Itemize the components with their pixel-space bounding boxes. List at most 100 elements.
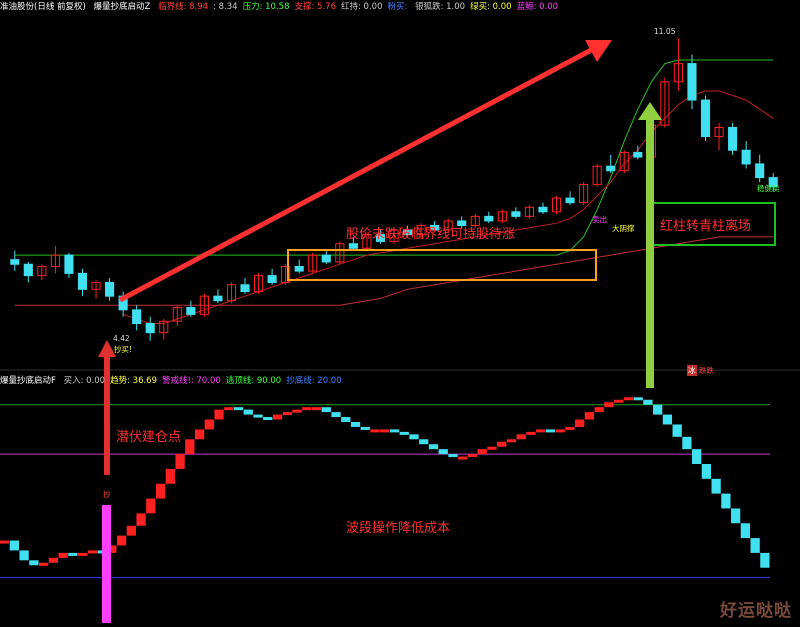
candle-body-7 [105,281,115,297]
osc-bar-28 [272,414,283,420]
osc-bar-53 [516,434,526,440]
osc-bar-0 [0,540,10,544]
osc-bar-36 [350,421,361,427]
candle-body-39 [538,206,548,213]
osc-bar-39 [380,429,390,433]
candle-body-5 [77,272,88,290]
top-header-item-6: 银狐跌: 1.00 [415,2,466,12]
top-header-item-5: 粉买: [387,2,411,12]
osc-bar-13 [126,525,136,536]
indicator-name[interactable]: 爆量抄底启动Z [94,2,151,12]
osc-bar-66 [643,399,653,405]
entry-arrow-shaft [104,355,110,475]
price-series-lines [14,59,774,324]
entry-label: 潜伏建仓点 [116,430,182,445]
candle-body-4 [64,254,74,274]
osc-bar-33 [321,407,331,413]
stock-title[interactable]: 准油股份(日线 前复权) [0,2,86,12]
bottom-header: 爆量抄底启动F 买入: 0.00 趋势: 36.69 警戒线!: 70.00 逃顶线:… [0,374,352,388]
osc-bar-50 [487,446,497,450]
sub-indicator-name[interactable]: 爆量抄底启动F [0,376,56,386]
indicator-values: 临界线: 8.94: 8.34 压力: 10.58 支撑: 5.76 红持: 0.00… [158,2,563,12]
candle-body-51 [700,99,711,138]
top-header-item-2: 压力: 10.58 [242,2,290,12]
candle-body-35 [484,215,494,222]
osc-bar-51 [497,441,507,447]
candle-body-50 [687,63,697,101]
osc-bar-69 [672,424,682,437]
candle-body-1 [23,263,33,277]
candle-body-54 [741,149,751,165]
osc-bar-67 [653,404,663,415]
price-box-label: 股价未跌破临界线可持股待涨 [346,227,516,242]
candle-body-9 [132,309,142,325]
osc-bar-5 [48,557,58,563]
osc-bar-21 [204,419,214,430]
osc-bar-31 [302,407,312,411]
candle-body-21 [294,266,304,272]
osc-bar-7 [68,552,78,556]
osc-bar-61 [594,407,604,413]
right-box-label: 红柱转青柱离场 [660,219,752,234]
osc-bar-14 [136,513,146,526]
osc-bar-64 [623,397,634,401]
osc-bar-38 [370,429,380,433]
osc-bar-74 [721,493,731,509]
osc-bar-25 [243,409,253,415]
stable-sell-label: 稳健卖 [757,184,780,193]
candle-body-37 [511,211,521,217]
osc-bar-23 [224,407,234,411]
bottom-header-item-4: 抄底线: 20.00 [286,376,342,386]
osc-bar-34 [331,412,341,418]
osc-bar-19 [185,439,195,455]
top-header-item-8: 蓝鲸: 0.00 [516,2,559,12]
candle-body-23 [321,254,331,263]
osc-bar-35 [341,417,351,422]
osc-bar-68 [662,414,673,425]
oscillator-bars [0,397,770,568]
osc-bar-18 [175,454,185,469]
osc-bar-47 [458,456,468,460]
osc-bar-78 [760,552,770,568]
osc-bar-20 [194,429,205,440]
candle-body-10 [145,323,155,334]
osc-bar-56 [545,429,556,433]
candle-body-41 [565,197,575,204]
osc-bar-8 [77,552,88,556]
osc-bar-59 [575,419,585,427]
wave-label: 波段操作降低成本 [346,521,451,536]
osc-bar-1 [9,540,20,551]
bottom-header-item-1: 趋势: 36.69 [110,376,157,386]
osc-bar-65 [633,397,643,401]
bottom-header-item-2: 警戒线!: 70.00 [162,376,221,386]
top-header-item-7: 绿买: 0.00 [470,2,512,12]
osc-bar-60 [584,412,595,420]
osc-bar-15 [146,498,156,514]
exit-arrow-shaft [646,118,654,388]
osc-bar-49 [477,449,487,455]
trend-arrow-shaft [118,45,597,303]
osc-bar-30 [292,409,302,413]
osc-bar-62 [604,402,614,408]
osc-bar-77 [750,538,760,553]
candle-body-46 [633,152,643,158]
osc-bar-58 [565,426,575,430]
top-header-item-0: 临界线: 8.94 [158,2,209,12]
osc-bar-40 [389,429,400,433]
sub-indicator-values: 买入: 0.00 趋势: 36.69 警戒线!: 70.00 逃顶线: 90.00 抄底… [64,376,347,386]
osc-bar-52 [506,439,517,443]
osc-bar-71 [692,449,702,464]
high-price-label: 11.05 [654,27,676,36]
osc-bar-44 [428,444,439,450]
exit-arrow-head [638,102,662,120]
buy-label: 抄买! [114,345,133,354]
osc-bar-3 [29,560,39,566]
osc-bar-45 [438,449,448,455]
osc-bar-24 [233,407,244,411]
osc-bar-4 [38,562,49,566]
osc-bar-27 [263,417,273,421]
fall-tag: 跌跌 [699,366,714,375]
candle-body-15 [213,295,223,302]
osc-bar-16 [155,483,166,499]
osc-bar-43 [419,439,429,445]
